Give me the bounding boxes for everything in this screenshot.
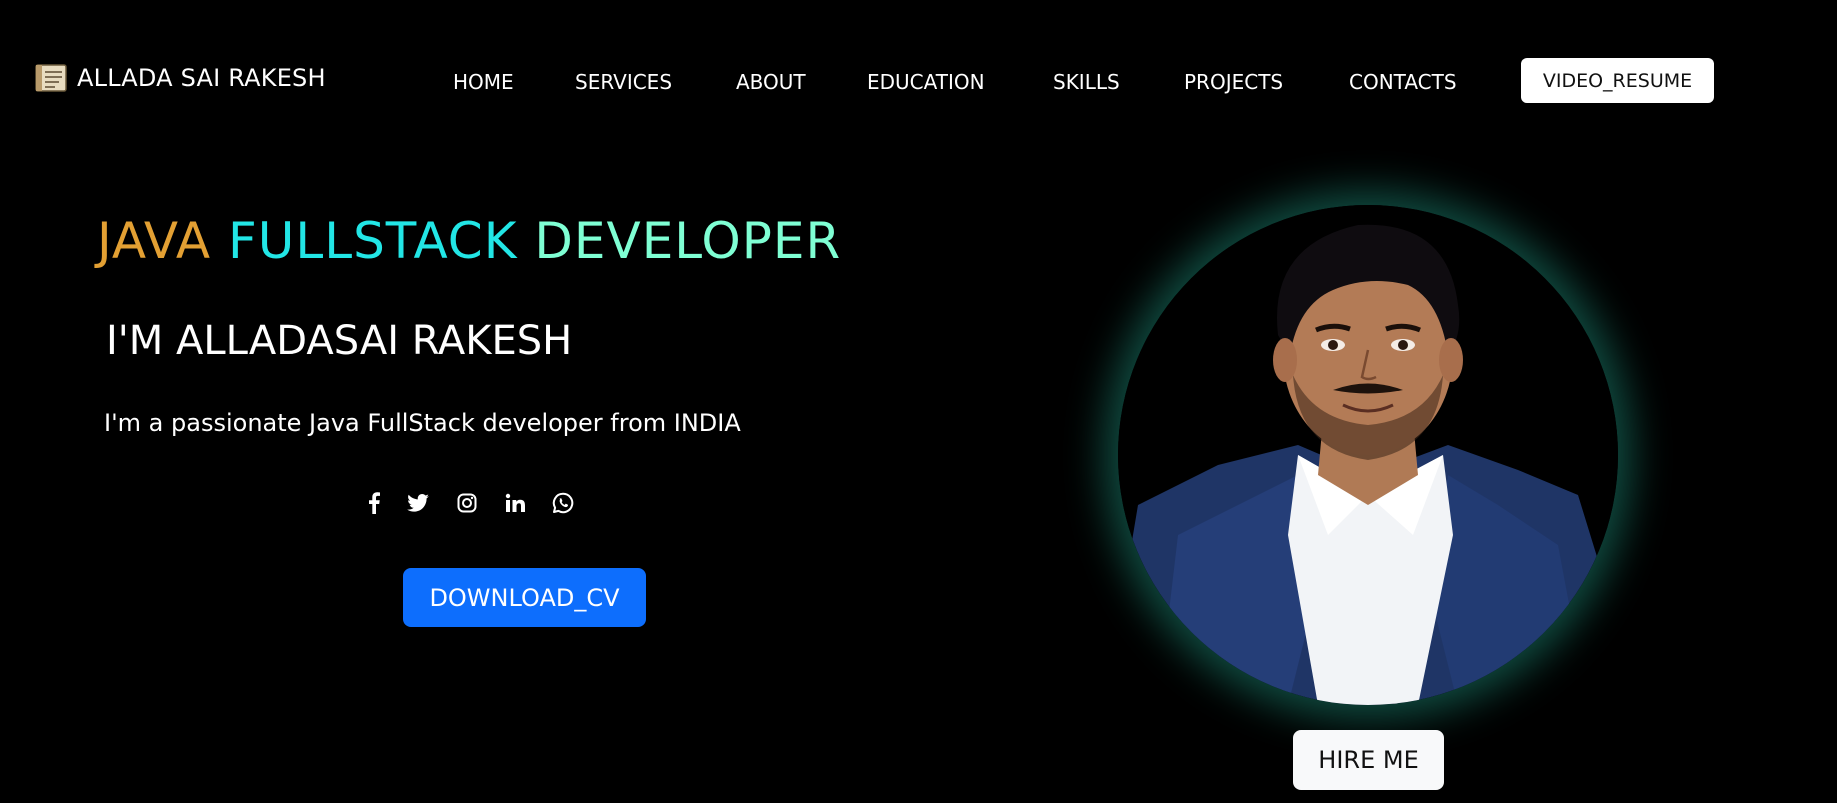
twitter-icon[interactable]: [405, 490, 431, 516]
page: ALLADA SAI RAKESH HOME SERVICES ABOUT ED…: [0, 0, 1837, 803]
hero-title-word-java: JAVA: [97, 212, 212, 270]
hero-name: I'M ALLADASAI RAKESH: [106, 318, 573, 364]
whatsapp-icon[interactable]: [550, 490, 576, 516]
nav-link-services[interactable]: SERVICES: [575, 70, 672, 94]
hero-description: I'm a passionate Java FullStack develope…: [104, 409, 741, 437]
nav-link-contacts[interactable]: CONTACTS: [1349, 70, 1457, 94]
navbar: ALLADA SAI RAKESH HOME SERVICES ABOUT ED…: [0, 0, 1837, 162]
nav-link-home[interactable]: HOME: [453, 70, 514, 94]
hero-title-word-fullstack: FULLSTACK: [228, 212, 518, 270]
avatar: [1118, 205, 1618, 705]
video-resume-button[interactable]: VIDEO_RESUME: [1521, 58, 1714, 103]
facebook-icon[interactable]: [361, 490, 387, 516]
nav-link-projects[interactable]: PROJECTS: [1184, 70, 1283, 94]
hero-title-word-developer: DEVELOPER: [534, 212, 842, 270]
download-cv-button[interactable]: DOWNLOAD_CV: [403, 568, 646, 627]
instagram-icon[interactable]: [454, 490, 480, 516]
linkedin-icon[interactable]: [502, 490, 528, 516]
hire-me-button[interactable]: HIRE ME: [1293, 730, 1444, 790]
hero-title: JAVA FULLSTACK DEVELOPER: [97, 212, 841, 270]
nav-link-skills[interactable]: SKILLS: [1053, 70, 1120, 94]
nav-link-about[interactable]: ABOUT: [736, 70, 806, 94]
nav-link-education[interactable]: EDUCATION: [867, 70, 985, 94]
